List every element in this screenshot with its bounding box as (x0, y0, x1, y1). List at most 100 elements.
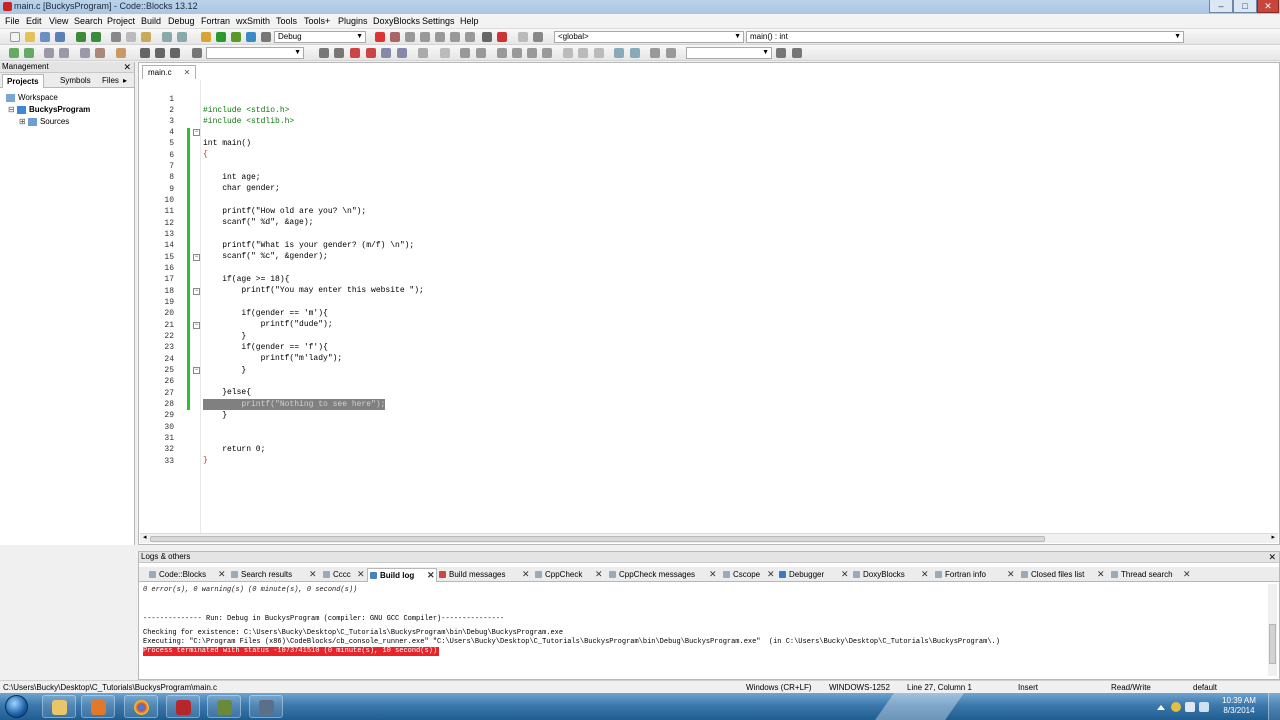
tab-scroll-right-icon[interactable]: ▸ (123, 76, 127, 85)
scroll-right-icon[interactable]: ▸ (1271, 533, 1275, 541)
scope-select[interactable]: <global> ▼ (554, 31, 744, 43)
minimize-button[interactable]: – (1209, 0, 1233, 13)
menu-settings[interactable]: Settings (422, 16, 455, 26)
stop-debugger-icon[interactable] (497, 32, 507, 42)
menu-view[interactable]: View (49, 16, 68, 26)
wx-layout-icon[interactable] (476, 48, 486, 58)
step-into-instruction-icon[interactable] (465, 32, 475, 42)
menu-doxyblocks[interactable]: DoxyBlocks (373, 16, 420, 26)
redo-icon[interactable] (91, 32, 101, 42)
wx-run-icon[interactable] (24, 48, 34, 58)
close-icon[interactable]: ✕ (595, 568, 603, 581)
menu-tools-plus[interactable]: Tools+ (304, 16, 330, 26)
cut-icon[interactable] (111, 32, 121, 42)
comment-icon[interactable] (44, 48, 54, 58)
jump-forward-icon[interactable] (170, 48, 180, 58)
tab-codeblocks-log[interactable]: Code::Blocks ✕ (147, 568, 229, 582)
save-icon[interactable] (40, 32, 50, 42)
highlight-icon[interactable] (192, 48, 202, 58)
abort-icon[interactable] (261, 32, 271, 42)
pause-icon[interactable] (482, 32, 492, 42)
taskbar-tool[interactable] (249, 695, 283, 718)
show-desktop-button[interactable] (1268, 693, 1280, 720)
menu-build[interactable]: Build (141, 16, 161, 26)
tab-debugger[interactable]: Debugger ✕ (777, 568, 851, 582)
wx-box-icon[interactable] (512, 48, 522, 58)
close-icon[interactable]: ✕ (184, 68, 191, 77)
file-tab-main-c[interactable]: main.c ✕ (142, 65, 197, 79)
tab-cccc[interactable]: Cccc ✕ (321, 568, 367, 582)
debug-run-icon[interactable] (375, 32, 385, 42)
close-window-button[interactable]: ✕ (1257, 0, 1279, 13)
menu-debug[interactable]: Debug (168, 16, 195, 26)
wx-build-icon[interactable] (9, 48, 19, 58)
next-line-icon[interactable] (405, 32, 415, 42)
doxy-config-icon[interactable] (95, 48, 105, 58)
scroll-left-icon[interactable]: ◂ (143, 533, 147, 541)
undo-icon[interactable] (76, 32, 86, 42)
wx-space-icon[interactable] (563, 48, 573, 58)
taskbar-chrome[interactable] (124, 695, 158, 718)
tools-icon[interactable] (116, 48, 126, 58)
search-icon[interactable] (776, 48, 786, 58)
fold-toggle-icon[interactable]: − (193, 322, 200, 329)
replace-icon[interactable] (177, 32, 187, 42)
close-icon[interactable]: ✕ (522, 568, 530, 581)
tab-build-messages[interactable]: Build messages ✕ (437, 568, 533, 582)
paste-icon[interactable] (141, 32, 151, 42)
step-into-icon[interactable] (420, 32, 430, 42)
tree-item-project[interactable]: ⊟ BuckysProgram (8, 105, 90, 114)
maximize-button[interactable]: □ (1233, 0, 1257, 13)
toggle-bookmark-icon[interactable] (155, 48, 165, 58)
function-select[interactable]: main() : int ▼ (746, 31, 1184, 43)
close-icon[interactable]: ✕ (123, 62, 131, 72)
debug-windows-icon[interactable] (518, 32, 528, 42)
jump-back-icon[interactable] (140, 48, 150, 58)
tab-files[interactable]: Files (102, 76, 119, 85)
tray-network-icon[interactable] (1171, 702, 1181, 712)
zoom-in-icon[interactable] (614, 48, 624, 58)
menu-file[interactable]: File (5, 16, 20, 26)
taskbar-explorer[interactable] (42, 695, 76, 718)
start-button[interactable] (5, 695, 28, 718)
copy-icon[interactable] (126, 32, 136, 42)
find-icon[interactable] (162, 32, 172, 42)
close-icon[interactable]: ✕ (1268, 552, 1276, 562)
wx-dialog-icon[interactable] (594, 48, 604, 58)
close-icon[interactable]: ✕ (767, 568, 775, 581)
wx-panel-icon[interactable] (497, 48, 507, 58)
close-icon[interactable]: ✕ (841, 568, 849, 581)
tab-symbols[interactable]: Symbols (60, 76, 91, 85)
close-icon[interactable]: ✕ (357, 568, 365, 581)
wx-flex-icon[interactable] (542, 48, 552, 58)
close-icon[interactable]: ✕ (709, 568, 717, 581)
menu-wxsmith[interactable]: wxSmith (236, 16, 270, 26)
close-icon[interactable]: ✕ (218, 568, 226, 581)
fold-toggle-icon[interactable]: − (193, 254, 200, 261)
prev-bookmark-icon[interactable] (319, 48, 329, 58)
tree-expand-icon[interactable]: ⊞ (19, 117, 26, 126)
tray-volume-icon[interactable] (1199, 702, 1209, 712)
fold-toggle-icon[interactable]: − (193, 129, 200, 136)
tab-closed-files-list[interactable]: Closed files list ✕ (1019, 568, 1109, 582)
doxy-icon[interactable] (80, 48, 90, 58)
build-gear-icon[interactable] (201, 32, 211, 42)
new-file-icon[interactable] (10, 32, 20, 42)
tab-search-results[interactable]: Search results ✕ (229, 568, 321, 582)
wx-grid-icon[interactable] (527, 48, 537, 58)
build-target-select[interactable]: Debug ▼ (274, 31, 366, 43)
run-icon[interactable] (216, 32, 226, 42)
tab-fortran-info[interactable]: Fortran info ✕ (933, 568, 1019, 582)
tree-item-sources[interactable]: ⊞ Sources (19, 117, 69, 126)
select-icon[interactable] (418, 48, 428, 58)
align-icon[interactable] (381, 48, 391, 58)
fold-toggle-icon[interactable]: − (193, 288, 200, 295)
taskbar-clock[interactable]: 10:39 AM 8/3/2014 (1216, 696, 1262, 716)
tray-flag-icon[interactable] (1185, 702, 1195, 712)
tab-doxyblocks[interactable]: DoxyBlocks ✕ (851, 568, 933, 582)
format-icon[interactable] (397, 48, 407, 58)
uncomment-icon[interactable] (59, 48, 69, 58)
scrollbar-thumb[interactable] (150, 536, 1045, 542)
close-icon[interactable]: ✕ (1183, 568, 1191, 581)
next-bookmark-icon[interactable] (334, 48, 344, 58)
